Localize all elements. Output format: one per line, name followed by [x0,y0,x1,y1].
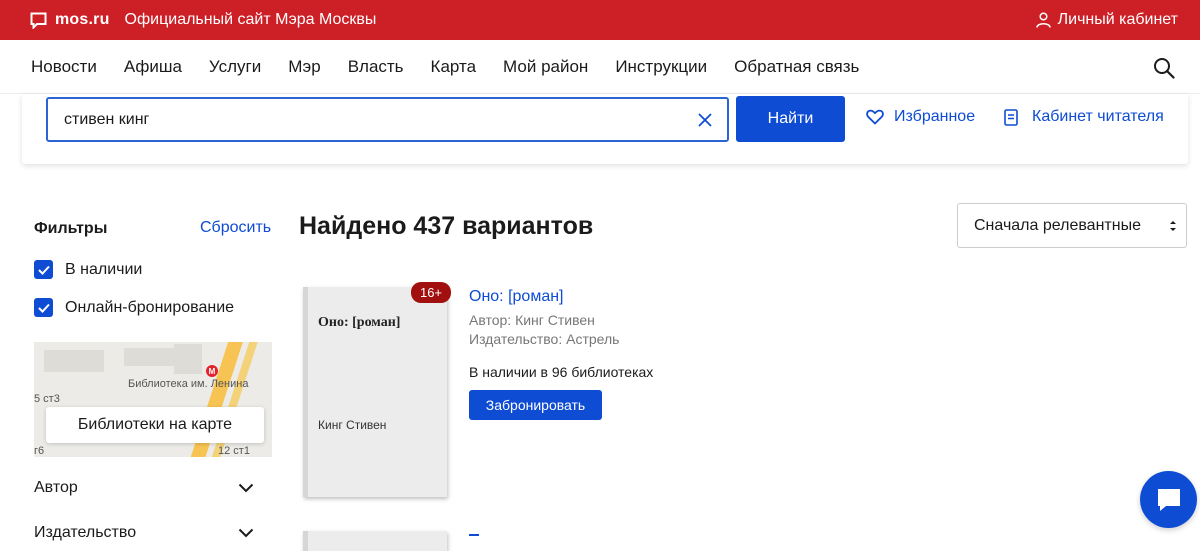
chevron-down-icon [238,483,254,493]
map-street-label: г6 [34,445,45,457]
filter-in-stock-checkbox[interactable]: В наличии [34,260,142,279]
reader-cabinet-label: Кабинет читателя [1032,108,1164,125]
book-publisher: Издательство: Астрель [469,331,620,347]
chevron-down-icon [238,528,254,538]
nav-item-instructions[interactable]: Инструкции [615,57,707,77]
filter-online-booking-label: Онлайн-бронирование [65,298,235,316]
sort-select[interactable]: Сначала релевантные [957,203,1187,248]
find-button[interactable]: Найти [736,96,845,142]
libraries-on-map-button[interactable]: Библиотеки на карте [46,407,264,443]
reader-cabinet-link[interactable]: Кабинет читателя [1004,108,1164,126]
nav-item-map[interactable]: Карта [431,57,477,77]
book-cover-author: Кинг Стивен [318,418,387,432]
nav-item-feedback[interactable]: Обратная связь [734,57,859,77]
book-author: Автор: Кинг Стивен [469,312,595,328]
brand-name: mos.ru [55,11,110,28]
chat-button[interactable] [1140,471,1197,528]
account-label: Личный кабинет [1057,11,1178,28]
search-input-value: стивен кинг [64,110,150,128]
book-cover[interactable] [303,531,447,551]
checkbox-box[interactable] [34,260,53,279]
top-bar: mos.ru Официальный сайт Мэра Москвы Личн… [0,0,1200,40]
map-street-label: 12 ст1 [218,445,250,457]
mos-logo-icon [30,12,47,29]
nav-item-mayor[interactable]: Мэр [288,57,320,77]
book-availability: В наличии в 96 библиотеках [469,364,654,380]
book-cover[interactable]: Оно: [роман] Кинг Стивен [303,287,447,497]
metro-icon: М [206,365,218,377]
filter-section-label: Издательство [34,524,137,541]
account-link[interactable]: Личный кабинет [1035,0,1178,40]
heart-icon [866,109,884,125]
clear-icon[interactable] [697,112,713,128]
age-rating-badge: 16+ [411,282,451,303]
select-arrows-icon [1170,221,1176,231]
nav-item-government[interactable]: Власть [348,57,404,77]
map-block [174,344,202,374]
checkmark-icon [37,265,50,275]
filters-title: Фильтры [34,220,108,237]
document-icon [1004,108,1018,126]
nav-items: Новости Афиша Услуги Мэр Власть Карта Мо… [31,57,886,77]
user-icon [1035,12,1051,28]
results-count-heading: Найдено 437 вариантов [299,212,594,240]
map-library-label: Библиотека им. Ленина [128,378,249,390]
nav-item-news[interactable]: Новости [31,57,97,77]
filter-online-booking-checkbox[interactable]: Онлайн-бронирование [34,298,234,317]
book-cover-title: Оно: [роман] [318,315,401,330]
filter-section-label: Автор [34,479,78,496]
nav-item-afisha[interactable]: Афиша [124,57,182,77]
catalog-search-panel: стивен кинг Найти Избранное Кабинет чита… [22,94,1188,164]
chat-icon [1157,488,1180,511]
book-title-link[interactable]: Оно: [роман] [469,288,564,306]
nav-item-services[interactable]: Услуги [209,57,261,77]
filter-section-publisher[interactable]: Издательство [34,524,254,542]
site-logo[interactable]: mos.ru [30,11,110,29]
filter-section-author[interactable]: Автор [34,479,254,497]
nav-item-my-district[interactable]: Мой район [503,57,588,77]
sort-select-value: Сначала релевантные [974,216,1141,234]
map-block [124,348,174,366]
reset-filters-link[interactable]: Сбросить [200,219,271,237]
filter-in-stock-label: В наличии [65,260,143,278]
checkmark-icon [37,303,50,313]
libraries-map[interactable]: М Библиотека им. Ленина 5 ст3 г6 12 ст1 … [34,342,272,457]
book-title-link[interactable] [469,534,479,540]
checkbox-box[interactable] [34,298,53,317]
catalog-search-input[interactable]: стивен кинг [46,97,729,142]
favorites-link[interactable]: Избранное [866,108,975,126]
reserve-button[interactable]: Забронировать [469,390,602,420]
main-nav: Новости Афиша Услуги Мэр Власть Карта Мо… [0,40,1200,94]
map-block [44,350,104,372]
map-street-label: 5 ст3 [34,393,60,405]
site-subtitle: Официальный сайт Мэра Москвы [124,11,377,28]
search-icon[interactable] [1153,57,1175,79]
favorites-label: Избранное [894,108,976,125]
